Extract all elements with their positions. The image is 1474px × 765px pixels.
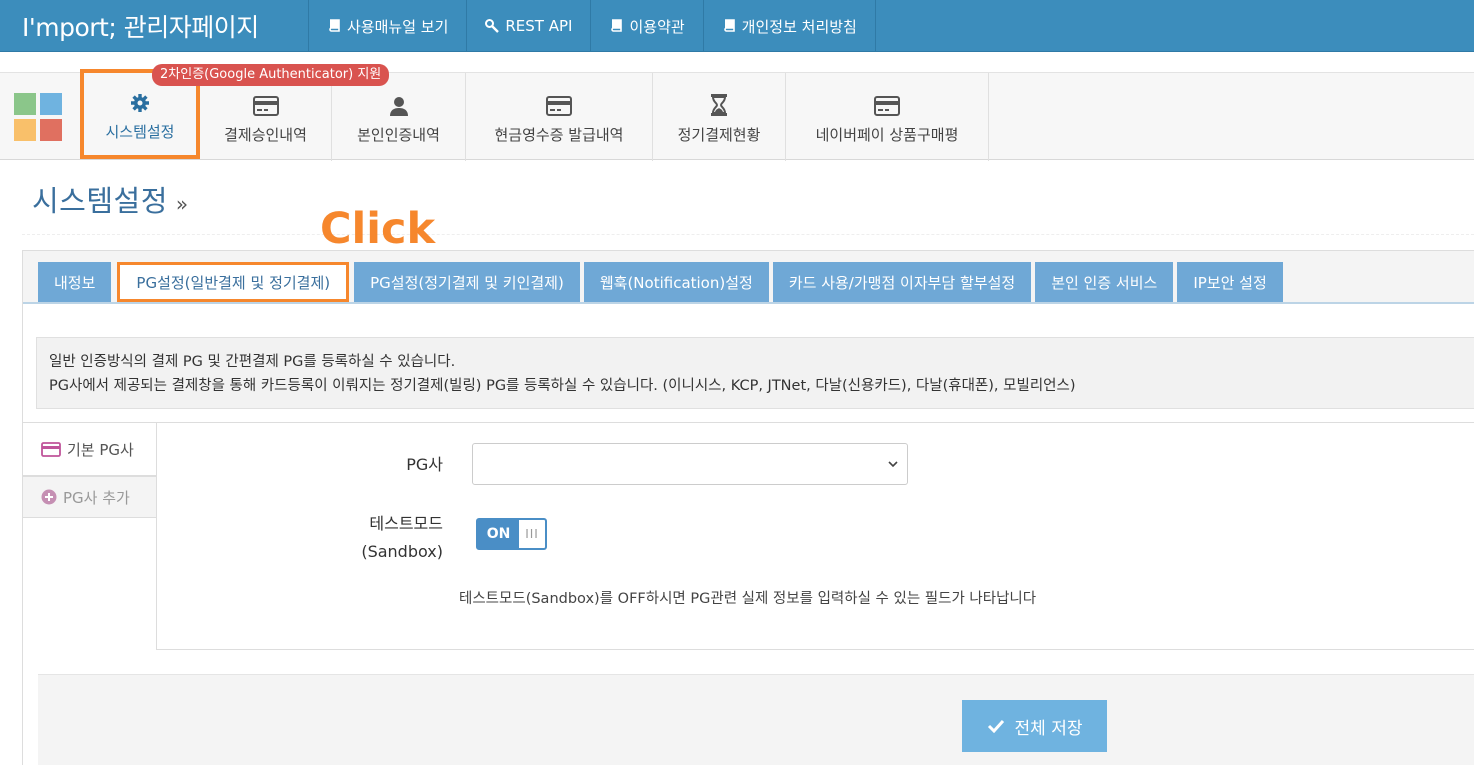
book-icon: [723, 19, 735, 32]
app-logo[interactable]: [14, 93, 62, 141]
credit-card-icon: [41, 441, 61, 457]
credit-card-icon: [546, 95, 572, 116]
wrench-icon: [485, 19, 500, 33]
pg-settings-section: 기본 PG사 PG사 추가 PG사 테스트모드 (Sandbox) ON III…: [23, 422, 1474, 650]
info-box: 일반 인증방식의 결제 PG 및 간편결제 PG를 등록하실 수 있습니다. P…: [36, 337, 1474, 409]
save-all-button-label: 전체 저장: [1014, 718, 1083, 739]
divider: [22, 234, 1474, 235]
menu-item-naverpay-reviews[interactable]: 네이버페이 상품구매평: [786, 73, 989, 161]
menu-item-label: 본인인증내역: [357, 125, 440, 144]
info-line-1: 일반 인증방식의 결제 PG 및 간편결제 PG를 등록하실 수 있습니다.: [49, 354, 456, 370]
top-nav-links: 사용매뉴얼 보기 REST API 이용약관 개인정보 처리방침: [308, 0, 876, 52]
manual-link[interactable]: 사용매뉴얼 보기: [308, 0, 466, 52]
side-tab-default-pg[interactable]: 기본 PG사: [23, 422, 157, 476]
side-tab-label: 기본 PG사: [67, 440, 134, 459]
testmode-label-line2: (Sandbox): [361, 542, 443, 561]
toggle-handle: III: [525, 527, 539, 541]
menu-item-label: 결제승인내역: [224, 125, 307, 144]
tab-identity-service[interactable]: 본인 인증 서비스: [1035, 262, 1174, 302]
tab-webhook[interactable]: 웹훅(Notification)설정: [583, 262, 769, 302]
pg-side-tabs: 기본 PG사 PG사 추가: [23, 422, 157, 518]
app-title[interactable]: I'mport; 관리자페이지: [22, 8, 259, 44]
logo-square: [40, 119, 62, 141]
check-icon: [987, 719, 1004, 733]
settings-panel: 내정보 PG설정(일반결제 및 정기결제) PG설정(정기결제 및 키인결제) …: [22, 250, 1474, 765]
save-all-button[interactable]: 전체 저장: [962, 700, 1107, 752]
top-navbar: I'mport; 관리자페이지 사용매뉴얼 보기 REST API 이용약관 개…: [0, 0, 1474, 52]
pg-select[interactable]: [472, 443, 908, 485]
side-tab-label: PG사 추가: [63, 488, 130, 507]
info-line-2: PG사에서 제공되는 결제창을 통해 카드등록이 이뤄지는 정기결제(빌링) P…: [49, 378, 1076, 394]
side-tab-add-pg[interactable]: PG사 추가: [23, 476, 157, 518]
chevron-down-icon: [888, 461, 898, 468]
credit-card-icon: [252, 95, 279, 116]
menu-item-subscription-status[interactable]: 정기결제현황: [653, 73, 786, 161]
form-footer: 전체 저장: [38, 674, 1474, 765]
user-icon: [389, 96, 408, 116]
menu-item-cash-receipts[interactable]: 현금영수증 발급내역: [466, 73, 653, 161]
testmode-label: 테스트모드 (Sandbox): [337, 510, 443, 566]
terms-link[interactable]: 이용약관: [590, 0, 702, 52]
rest-api-link-label: REST API: [505, 17, 573, 35]
logo-square: [14, 93, 36, 115]
manual-link-label: 사용매뉴얼 보기: [347, 17, 449, 36]
menu-item-label: 정기결제현황: [677, 125, 761, 144]
tab-installment[interactable]: 카드 사용/가맹점 이자부담 할부설정: [772, 262, 1032, 302]
tab-strip: 내정보 PG설정(일반결제 및 정기결제) PG설정(정기결제 및 키인결제) …: [23, 251, 1474, 304]
plus-circle-icon: [41, 489, 57, 505]
page-title-text: 시스템설정: [32, 184, 168, 218]
2fa-badge: 2차인증(Google Authenticator) 지원: [152, 64, 390, 86]
tab-list: 내정보 PG설정(일반결제 및 정기결제) PG설정(정기결제 및 키인결제) …: [38, 262, 1287, 302]
breadcrumb-separator: »: [175, 192, 189, 216]
tab-pg-general[interactable]: PG설정(일반결제 및 정기결제): [117, 262, 350, 302]
logo-square: [14, 119, 36, 141]
tab-pg-keyin[interactable]: PG설정(정기결제 및 키인결제): [354, 262, 580, 302]
rest-api-link[interactable]: REST API: [466, 0, 590, 52]
gear-icon: [131, 93, 149, 112]
privacy-link-label: 개인정보 처리방침: [741, 17, 857, 36]
menu-item-label: 현금영수증 발급내역: [494, 125, 624, 144]
pg-form: PG사 테스트모드 (Sandbox) ON III 테스트모드(Sandbox…: [156, 422, 1474, 650]
testmode-toggle[interactable]: ON III: [476, 518, 547, 550]
page-title: 시스템설정 »: [32, 178, 189, 220]
menu-item-payment-approvals[interactable]: 결제승인내역: [200, 73, 332, 161]
menu-item-identity-verification[interactable]: 본인인증내역: [332, 73, 466, 161]
click-annotation: Click: [320, 204, 436, 254]
terms-link-label: 이용약관: [629, 17, 685, 36]
main-menu: 시스템설정 결제승인내역 본인인증내역 현금영수증 발급내역 정기결제현황 네이…: [80, 69, 989, 161]
testmode-hint: 테스트모드(Sandbox)를 OFF하시면 PG관련 실제 정보를 입력하실 …: [459, 591, 1037, 607]
book-icon: [329, 19, 340, 32]
menu-item-label: 네이버페이 상품구매평: [815, 125, 959, 144]
book-icon: [611, 19, 623, 32]
logo-square: [40, 93, 62, 115]
menu-item-label: 시스템설정: [105, 122, 175, 141]
toggle-on-label: ON: [478, 520, 519, 548]
testmode-label-line1: 테스트모드: [369, 514, 443, 533]
tab-my-info[interactable]: 내정보: [38, 262, 112, 302]
credit-card-icon: [874, 95, 900, 116]
privacy-link[interactable]: 개인정보 처리방침: [702, 0, 876, 52]
tab-ip-security[interactable]: IP보안 설정: [1177, 262, 1283, 302]
hourglass-icon: [711, 93, 727, 116]
pg-label: PG사: [406, 455, 443, 474]
